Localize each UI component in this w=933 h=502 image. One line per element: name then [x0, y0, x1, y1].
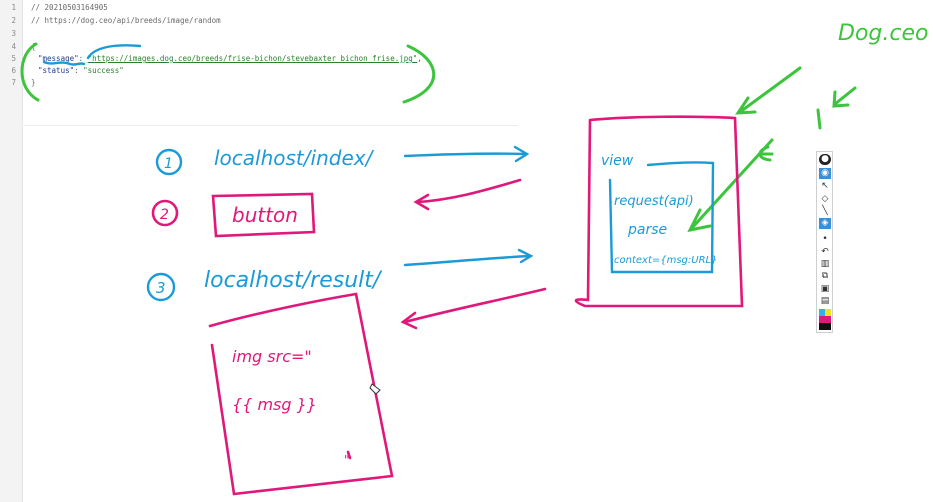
pink-ink — [151, 115, 744, 496]
arrow-index-to-view — [403, 145, 530, 163]
whiteboard-canvas[interactable]: Dog.ceo 1 localhost/index/ 3 localhost/r… — [0, 0, 933, 502]
result-page-box — [208, 292, 394, 496]
msg-template-text: {{ msg }} — [232, 395, 317, 414]
json-right-bracket — [402, 44, 436, 104]
closing-quote-text: " — [344, 453, 350, 467]
view-label: view — [601, 153, 634, 169]
eye-icon[interactable]: ◉ — [819, 168, 831, 179]
message-key-scribble — [42, 60, 86, 66]
step1-number: 1 — [164, 156, 173, 172]
arrow-to-dog — [832, 86, 857, 108]
color-swatch-yellow[interactable] — [825, 309, 831, 316]
color-swatch-pink[interactable] — [819, 316, 831, 323]
message-underline-arc — [86, 44, 142, 60]
pointer-icon[interactable]: ↖ — [819, 181, 831, 192]
button-label: button — [232, 203, 298, 227]
view-request-api: request(api) — [614, 194, 694, 209]
copy-icon[interactable]: ⧉ — [819, 271, 831, 282]
green-ink — [20, 42, 857, 233]
trash-icon[interactable]: ▥ — [819, 259, 831, 270]
step2-number: 2 — [160, 207, 169, 223]
img-src-text: img src=" — [232, 347, 312, 366]
step3-url: localhost/result/ — [204, 268, 383, 293]
screenshot-icon[interactable]: ▣ — [819, 284, 831, 295]
highlighter-icon[interactable]: ◈ — [819, 218, 831, 229]
view-context: context={msg:URL} — [614, 255, 717, 266]
dot-icon[interactable]: • — [819, 234, 831, 245]
eraser-icon[interactable]: ◇ — [819, 194, 831, 205]
green-brace-mark — [758, 145, 774, 162]
green-tick — [816, 108, 822, 130]
undo-icon[interactable]: ↶ — [819, 247, 831, 258]
color-swatch-black[interactable] — [819, 323, 831, 330]
json-left-bracket — [20, 42, 40, 102]
step1-url: localhost/index/ — [214, 146, 375, 170]
arrow-result-to-view — [403, 248, 534, 267]
arrow-view-to-result — [400, 287, 547, 330]
arrow-view-to-index — [413, 178, 522, 211]
arrow-dog-to-editor — [735, 66, 802, 115]
pen-icon[interactable]: ╲ — [819, 206, 831, 217]
clipboard-icon[interactable]: ▤ — [819, 296, 831, 307]
dog-ceo-label: Dog.ceo — [838, 21, 928, 46]
ink-toolbar: ● ◉ ↖ ◇ ╲ ◈ • ↶ ▥ ⧉ ▣ ▤ — [816, 151, 833, 333]
bulb-icon[interactable]: ● — [819, 154, 831, 165]
blue-ink — [42, 44, 715, 302]
view-outer-box — [574, 115, 744, 308]
view-parse: parse — [627, 222, 667, 238]
step3-number: 3 — [156, 279, 166, 297]
